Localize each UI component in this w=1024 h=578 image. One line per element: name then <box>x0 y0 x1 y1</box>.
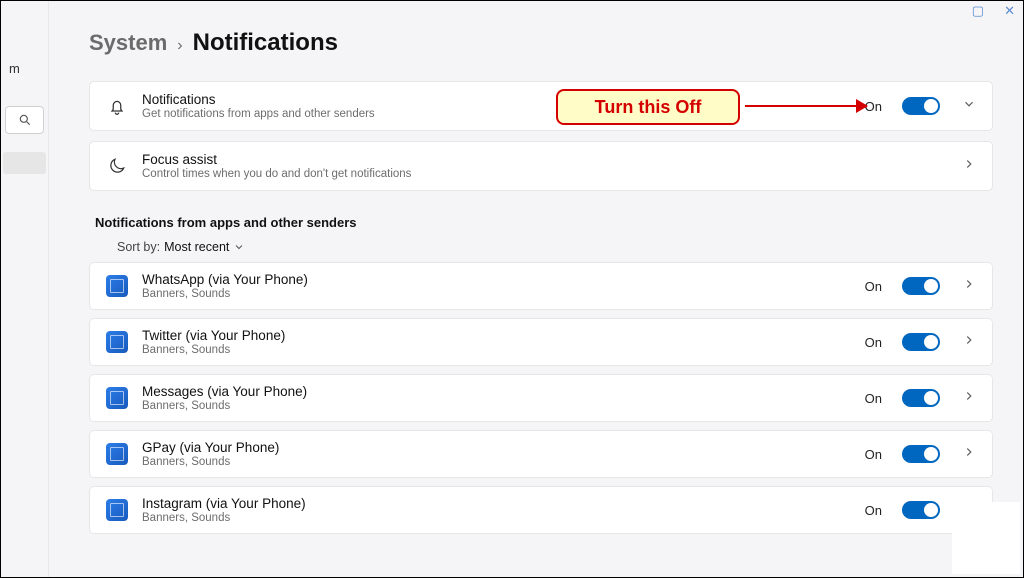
app-state-label: On <box>865 447 882 462</box>
app-title: Twitter (via Your Phone) <box>142 328 285 343</box>
app-state-label: On <box>865 391 882 406</box>
app-icon <box>106 387 128 409</box>
app-toggle[interactable] <box>902 389 940 407</box>
app-state-label: On <box>865 279 882 294</box>
chevron-right-icon[interactable] <box>962 333 976 352</box>
page-title: Notifications <box>193 29 338 57</box>
app-subtitle: Banners, Sounds <box>142 456 279 468</box>
app-state-label: On <box>865 335 882 350</box>
app-title: Instagram (via Your Phone) <box>142 496 306 511</box>
breadcrumb: System › Notifications <box>89 29 993 57</box>
search-input[interactable] <box>5 106 44 134</box>
app-title: WhatsApp (via Your Phone) <box>142 272 308 287</box>
app-subtitle: Banners, Sounds <box>142 512 306 524</box>
decorative-patch <box>952 502 1020 574</box>
app-state-label: On <box>865 503 882 518</box>
chevron-right-icon[interactable] <box>962 277 976 296</box>
chevron-down-icon[interactable] <box>962 97 976 116</box>
app-subtitle: Banners, Sounds <box>142 344 285 356</box>
sort-value: Most recent <box>164 240 229 254</box>
app-icon <box>106 499 128 521</box>
app-notification-row[interactable]: Messages (via Your Phone)Banners, Sounds… <box>89 374 993 422</box>
app-icon <box>106 443 128 465</box>
settings-content: System › Notifications Notifications Get… <box>49 1 1023 577</box>
chevron-right-icon[interactable] <box>962 445 976 464</box>
bell-icon <box>106 96 128 116</box>
breadcrumb-parent[interactable]: System <box>89 30 167 56</box>
nav-letter: m <box>1 61 48 76</box>
chevron-right-icon[interactable] <box>962 389 976 408</box>
app-icon <box>106 275 128 297</box>
search-icon <box>18 113 32 127</box>
app-notification-row[interactable]: WhatsApp (via Your Phone)Banners, Sounds… <box>89 262 993 310</box>
annotation-arrow <box>745 105 867 107</box>
app-notification-row[interactable]: Instagram (via Your Phone)Banners, Sound… <box>89 486 993 534</box>
sort-by-dropdown[interactable]: Sort by: Most recent <box>117 240 993 254</box>
app-notification-row[interactable]: GPay (via Your Phone)Banners, Sounds On <box>89 430 993 478</box>
app-toggle[interactable] <box>902 333 940 351</box>
sort-prefix: Sort by: <box>117 240 160 254</box>
chevron-down-icon <box>233 241 245 253</box>
annotation-text: Turn this Off <box>595 97 702 118</box>
app-subtitle: Banners, Sounds <box>142 400 307 412</box>
notifications-toggle[interactable] <box>902 97 940 115</box>
app-title: Messages (via Your Phone) <box>142 384 307 399</box>
notifications-subtitle: Get notifications from apps and other se… <box>142 108 375 120</box>
app-icon <box>106 331 128 353</box>
app-subtitle: Banners, Sounds <box>142 288 308 300</box>
focus-subtitle: Control times when you do and don't get … <box>142 168 411 180</box>
app-toggle[interactable] <box>902 445 940 463</box>
app-toggle[interactable] <box>902 501 940 519</box>
nav-item-active[interactable] <box>3 152 46 174</box>
notifications-title: Notifications <box>142 92 375 107</box>
chevron-right-icon[interactable] <box>962 157 976 176</box>
apps-section-heading: Notifications from apps and other sender… <box>95 215 993 230</box>
chevron-right-icon: › <box>177 37 182 55</box>
nav-rail: m <box>1 1 49 577</box>
app-toggle[interactable] <box>902 277 940 295</box>
focus-title: Focus assist <box>142 152 411 167</box>
moon-icon <box>106 156 128 176</box>
app-title: GPay (via Your Phone) <box>142 440 279 455</box>
annotation-callout: Turn this Off <box>556 89 740 125</box>
app-notification-row[interactable]: Twitter (via Your Phone)Banners, Sounds O… <box>89 318 993 366</box>
focus-assist-row[interactable]: Focus assist Control times when you do a… <box>89 141 993 191</box>
